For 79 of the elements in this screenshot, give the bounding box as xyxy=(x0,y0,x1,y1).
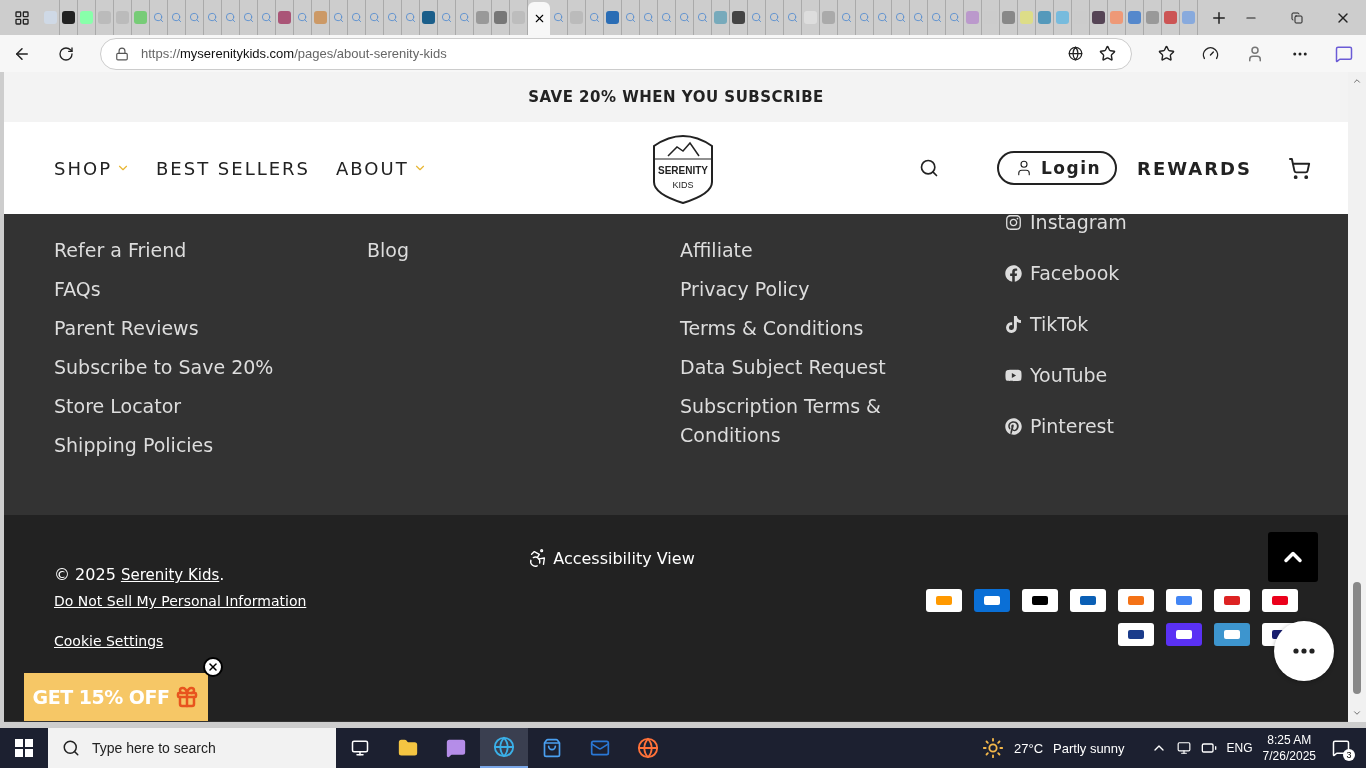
payment-logo-icon xyxy=(1214,623,1250,646)
payment-logo-icon xyxy=(1118,589,1154,612)
footer-link[interactable]: Data Subject Request xyxy=(680,353,950,382)
chat-icon xyxy=(1332,738,1350,758)
back-to-top-button[interactable] xyxy=(1268,532,1318,582)
payment-logo-icon xyxy=(1262,589,1298,612)
social-link[interactable]: YouTube xyxy=(1005,364,1348,386)
social-link[interactable]: TikTok xyxy=(1005,313,1348,335)
footer-link[interactable]: Shipping Policies xyxy=(54,431,324,460)
address-field[interactable]: https://myserenitykids.com/pages/about-serenity-kids xyxy=(100,37,1132,70)
windows-logo-icon xyxy=(15,739,33,757)
gift-icon xyxy=(175,685,200,709)
browser-icon[interactable] xyxy=(480,728,528,768)
tiktok-icon xyxy=(1005,315,1022,333)
close-button[interactable] xyxy=(203,657,223,677)
instagram-icon xyxy=(1005,213,1022,231)
battery-icon[interactable] xyxy=(1200,740,1217,756)
nav-link[interactable]: ABOUT xyxy=(336,157,427,179)
promo-text: SAVE 20% WHEN YOU SUBSCRIBE xyxy=(528,88,824,106)
payment-logo-icon xyxy=(926,589,962,612)
nav-link[interactable]: BEST SELLERS xyxy=(156,157,310,179)
notifications-button[interactable]: 3 xyxy=(1326,733,1356,763)
scrollbar-thumb[interactable] xyxy=(1353,582,1361,694)
tab-favicon-icon[interactable] xyxy=(60,0,78,35)
payment-logo-icon xyxy=(1214,589,1250,612)
payment-logo-icon xyxy=(1118,623,1154,646)
footer-link[interactable]: Subscribe to Save 20% xyxy=(54,353,324,382)
scroll-up-icon[interactable] xyxy=(1352,76,1362,86)
taskbar-search-field[interactable]: Type here to search xyxy=(48,728,336,768)
active-tab[interactable] xyxy=(528,2,550,35)
payment-logo-icon xyxy=(974,589,1010,612)
footer-link[interactable]: Terms & Conditions xyxy=(680,314,950,343)
footer-bottom-link[interactable]: Cookie Settings xyxy=(54,633,164,649)
tab-favicon-icon[interactable] xyxy=(420,0,438,35)
facebook-icon xyxy=(1005,264,1022,282)
language-indicator[interactable]: ENG xyxy=(1226,741,1253,755)
weather-condition: Partly sunny xyxy=(1053,740,1125,756)
notification-count: 3 xyxy=(1343,749,1355,761)
lock-icon xyxy=(115,46,129,61)
footer-link[interactable]: FAQs xyxy=(54,275,324,304)
pinterest-icon xyxy=(1005,417,1022,435)
social-link[interactable]: Pinterest xyxy=(1005,415,1348,437)
logo[interactable]: SERENITY KIDS xyxy=(652,132,714,204)
url-text: https://myserenitykids.com/pages/about-serenity-kids xyxy=(141,46,448,61)
close-icon xyxy=(207,661,219,673)
payment-logo-icon xyxy=(1022,589,1058,612)
favorites-icon[interactable] xyxy=(1156,43,1176,64)
payment-logo-icon xyxy=(1070,589,1106,612)
footer-link[interactable]: Privacy Policy xyxy=(680,275,950,304)
footer-link[interactable]: Blog xyxy=(367,236,637,265)
dots-icon xyxy=(1293,648,1315,654)
brand-link[interactable]: Serenity Kids xyxy=(120,566,220,584)
login-button[interactable]: Login xyxy=(996,151,1118,185)
footer-bottom-link[interactable]: Do Not Sell My Personal Information xyxy=(54,593,307,609)
payment-logo-icon xyxy=(1166,623,1202,646)
payment-logo-icon xyxy=(1166,589,1202,612)
search-icon xyxy=(62,739,80,757)
footer-link[interactable]: Affiliate xyxy=(680,236,950,265)
device-icon[interactable] xyxy=(1176,741,1191,755)
rewards-link[interactable]: REWARDS xyxy=(1137,157,1252,179)
cart-icon[interactable] xyxy=(1286,155,1312,181)
favorite-star-icon[interactable] xyxy=(1097,43,1117,64)
social-link[interactable]: Instagram xyxy=(1005,211,1348,233)
chat-button[interactable] xyxy=(1274,621,1334,681)
footer-link[interactable]: Store Locator xyxy=(54,392,324,421)
scroll-down-icon[interactable] xyxy=(1352,708,1362,718)
footer-link[interactable]: Refer a Friend xyxy=(54,236,324,265)
nav-link[interactable]: SHOP xyxy=(54,157,130,179)
taskbar-clock[interactable]: 8:25 AM 7/26/2025 xyxy=(1262,732,1316,764)
weather-temperature: 27°C xyxy=(1014,740,1044,756)
footer-link[interactable]: Subscription Terms & Conditions xyxy=(680,392,950,450)
tab-favicon-icon[interactable] xyxy=(730,0,748,35)
footer-link[interactable]: Parent Reviews xyxy=(54,314,324,343)
accessibility-link[interactable]: Accessibility View xyxy=(527,547,695,569)
tab-favicon-icon[interactable] xyxy=(1090,0,1108,35)
copyright-text: © 2025 Serenity Kids. xyxy=(54,565,225,584)
weather-icon[interactable] xyxy=(982,737,1004,759)
social-link[interactable]: Facebook xyxy=(1005,262,1348,284)
scrollbar[interactable] xyxy=(1348,72,1366,722)
